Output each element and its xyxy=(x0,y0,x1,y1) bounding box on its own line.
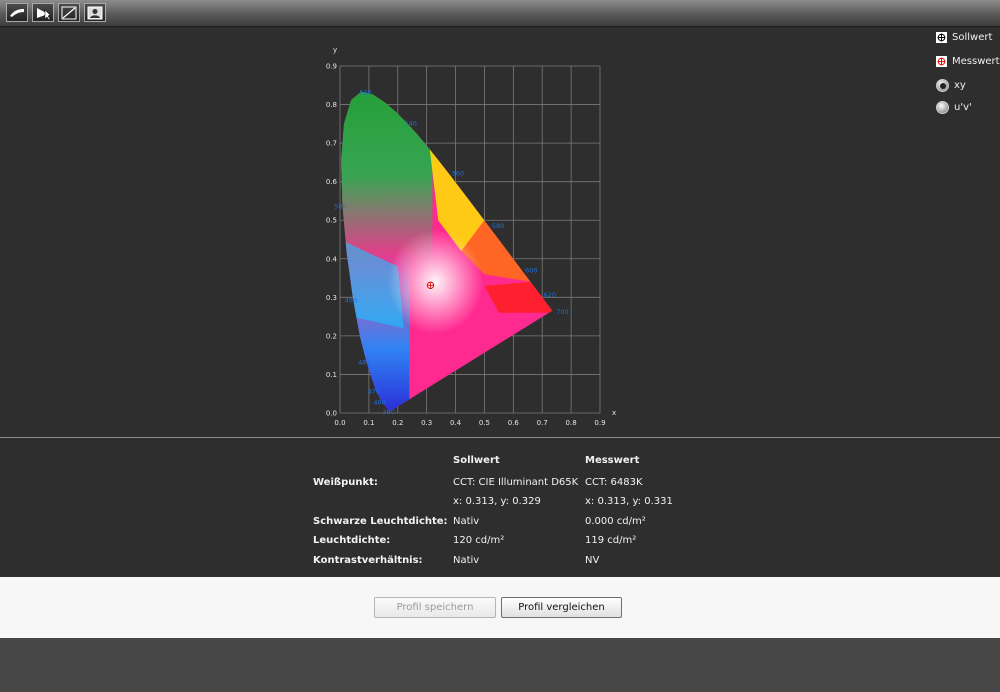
target-marker-icon xyxy=(936,32,947,43)
wavelength-label: 470 xyxy=(368,388,380,396)
cie-chromaticity-chart: 0.0 0.1 0.2 0.3 0.4 0.5 0.6 0.7 0.8 0.9 0.0 0.1 0.2 0… xyxy=(326,46,616,427)
row-label-black-luminance: Schwarze Leuchtdichte: xyxy=(313,516,448,527)
value-measured-cct: CCT: 6483K xyxy=(585,477,643,488)
x-tick-label: 0.0 xyxy=(334,419,345,427)
row-label-weisspunkt: Weißpunkt: xyxy=(313,477,378,488)
measured-point-marker xyxy=(426,281,435,290)
value-measured-black-luminance: 0.000 cd/m² xyxy=(585,516,646,527)
legend-sollwert: Sollwert xyxy=(936,32,992,43)
y-tick-label: 0.2 xyxy=(326,332,337,340)
header-messwert: Messwert xyxy=(585,455,640,466)
y-axis-label: y xyxy=(333,46,337,54)
toolbar-wave-button[interactable] xyxy=(6,3,28,22)
radio-option-xy[interactable]: xy xyxy=(936,79,966,92)
header-sollwert: Sollwert xyxy=(453,455,500,466)
toolbar-curve-button[interactable] xyxy=(58,3,80,22)
value-measured-luminance: 119 cd/m² xyxy=(585,535,637,546)
value-target-black-luminance: Nativ xyxy=(453,516,480,527)
wavelength-label: 580 xyxy=(492,222,504,230)
x-tick-label: 0.6 xyxy=(508,419,520,427)
x-tick-label: 0.7 xyxy=(537,419,548,427)
row-label-contrast: Kontrastverhältnis: xyxy=(313,555,423,566)
curve-icon xyxy=(61,6,77,19)
y-tick-label: 0.8 xyxy=(326,101,337,109)
y-tick-label: 0.3 xyxy=(326,294,337,302)
value-target-luminance: 120 cd/m² xyxy=(453,535,505,546)
wavelength-label: 540 xyxy=(404,119,416,127)
y-tick-label: 0.4 xyxy=(326,255,338,263)
top-toolbar xyxy=(0,0,1000,27)
wavelength-label: 560 xyxy=(452,169,464,177)
legend-messwert-label: Messwert xyxy=(952,56,1000,67)
wavelength-label: 700 xyxy=(556,308,568,316)
wavelength-label: 460 xyxy=(373,398,385,406)
wavelength-label: 380 xyxy=(382,408,394,416)
portrait-icon xyxy=(87,6,103,19)
measurement-markers xyxy=(426,281,435,290)
y-tick-label: 0.1 xyxy=(326,371,337,379)
value-target-xy: x: 0.313, y: 0.329 xyxy=(453,496,541,507)
radio-uv-label: u'v' xyxy=(954,102,972,113)
x-tick-label: 0.9 xyxy=(594,419,605,427)
compare-profile-button[interactable]: Profil vergleichen xyxy=(501,597,622,618)
y-tick-label: 0.7 xyxy=(326,140,337,148)
value-measured-xy: x: 0.313, y: 0.331 xyxy=(585,496,673,507)
legend-messwert: Messwert xyxy=(936,56,1000,67)
legend-sollwert-label: Sollwert xyxy=(952,32,993,43)
wavelength-label: 600 xyxy=(525,267,537,275)
gamut-fill xyxy=(341,91,553,412)
save-profile-button[interactable]: Profil speichern xyxy=(374,597,496,618)
row-label-luminance: Leuchtdichte: xyxy=(313,535,391,546)
radio-uv[interactable] xyxy=(936,101,949,114)
value-target-contrast: Nativ xyxy=(453,555,480,566)
x-tick-label: 0.8 xyxy=(566,419,577,427)
x-tick-label: 0.4 xyxy=(450,419,462,427)
x-tick-label: 0.1 xyxy=(363,419,374,427)
y-tick-label: 0.6 xyxy=(326,178,338,186)
x-axis-label: x xyxy=(612,409,616,417)
toolbar-play-button[interactable] xyxy=(32,3,54,22)
y-tick-label: 0.5 xyxy=(326,217,337,225)
radio-xy-label: xy xyxy=(954,80,966,91)
section-divider xyxy=(0,437,1000,438)
wave-icon xyxy=(10,8,24,17)
wavelength-label: 500 xyxy=(334,203,346,211)
toolbar-portrait-button[interactable] xyxy=(84,3,106,22)
wavelength-label: 620 xyxy=(544,291,556,299)
x-tick-label: 0.3 xyxy=(421,419,432,427)
footer-bar: Profil speichern Profil vergleichen xyxy=(0,577,1000,638)
wavelength-label: 480 xyxy=(358,359,370,367)
wavelength-label: 520 xyxy=(359,88,371,96)
value-target-cct: CCT: CIE Illuminant D65K xyxy=(453,477,579,488)
measured-marker-icon xyxy=(936,56,947,67)
radio-option-uv[interactable]: u'v' xyxy=(936,101,972,114)
wavelength-label: 490 xyxy=(345,296,357,304)
bottom-band xyxy=(0,638,1000,692)
play-icon xyxy=(37,7,51,20)
x-tick-label: 0.2 xyxy=(392,419,403,427)
radio-xy[interactable] xyxy=(936,79,949,92)
x-tick-label: 0.5 xyxy=(479,419,490,427)
value-measured-contrast: NV xyxy=(585,555,600,566)
y-tick-label: 0.9 xyxy=(326,63,337,71)
y-tick-label: 0.0 xyxy=(326,410,337,418)
